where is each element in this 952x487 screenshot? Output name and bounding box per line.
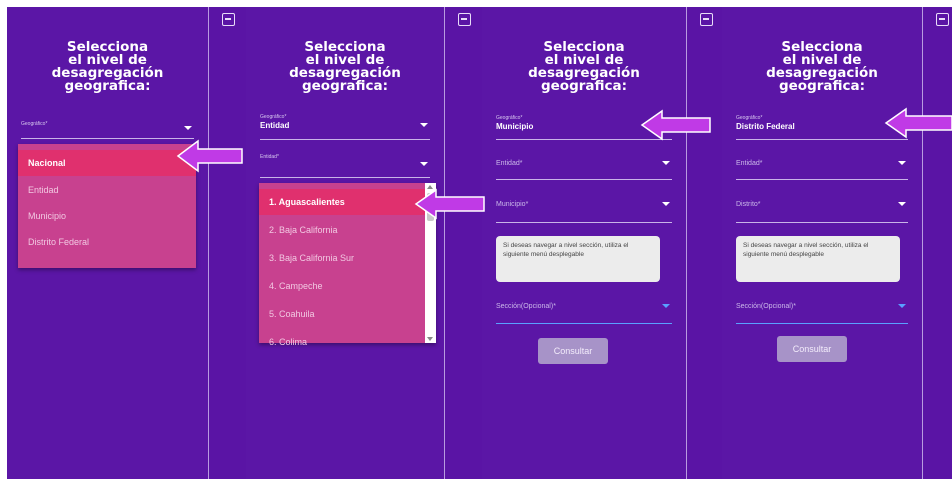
menu-item-baja-california[interactable]: 2. Baja California [259,217,425,243]
seccion-label: Sección(Opcional)* [736,303,796,310]
geografico-label: Geográfico* [736,115,763,121]
geografico-select[interactable]: Geográfico* [21,115,194,139]
page-title: Selecciona el nivel de desagregación geo… [482,40,686,94]
geografico-label: Geográfico* [496,115,523,121]
menu-item-coahuila[interactable]: 5. Coahuila [259,301,425,327]
annotation-arrow-icon [414,188,485,220]
page-title: Selecciona el nivel de desagregación geo… [722,40,922,94]
title-line: geografica: [540,78,628,94]
page-title: Selecciona el nivel de desagregación geo… [246,40,444,94]
annotation-arrow-icon [640,109,711,141]
geografico-label: Geográfico* [21,121,48,127]
seccion-label: Sección(Opcional)* [496,303,556,310]
panel-distrito-federal: Selecciona el nivel de desagregación geo… [722,7,922,479]
municipio-label: Municipio* [496,201,529,208]
chevron-down-icon [898,202,906,206]
chevron-down-icon [662,202,670,206]
collapse-icon[interactable] [936,13,949,26]
scroll-down-icon[interactable] [427,337,433,341]
geografico-value: Entidad [260,121,290,130]
chevron-down-icon [184,126,192,130]
chevron-down-icon [420,162,428,166]
entidad-select[interactable]: Entidad* [736,150,908,180]
geografico-dropdown-menu: Nacional Entidad Municipio Distrito Fede… [18,144,196,268]
title-line: geografica: [64,78,151,94]
entidad-select[interactable]: Entidad* [496,150,672,180]
annotation-arrow-icon [884,107,952,139]
side-strip [208,7,246,479]
geografico-label: Geográfico* [260,114,287,120]
menu-item-campeche[interactable]: 4. Campeche [259,273,425,299]
side-strip [922,7,952,479]
collapse-icon[interactable] [222,13,235,26]
seccion-info-box: Si deseas navegar a nivel sección, utili… [736,236,900,282]
panel-nacional: Selecciona el nivel de desagregación geo… [7,7,208,479]
menu-item-colima[interactable]: 6. Colima [259,329,425,355]
entidad-select[interactable]: Entidad* [260,150,430,178]
title-line: geografica: [778,78,866,94]
panel-municipio: Selecciona el nivel de desagregación geo… [482,7,686,479]
entidad-label: Entidad* [496,160,523,167]
entidad-dropdown-menu: 1. Aguascalientes 2. Baja California 3. … [259,183,436,347]
entidad-label: Entidad* [736,160,763,167]
consultar-button[interactable]: Consultar [538,338,608,364]
chevron-down-icon [898,161,906,165]
menu-item-nacional[interactable]: Nacional [18,150,196,176]
page-title: Selecciona el nivel de desagregación geo… [7,40,208,94]
distrito-select[interactable]: Distrito* [736,191,908,223]
title-line: geografica: [301,78,389,94]
panel-entidad: Selecciona el nivel de desagregación geo… [246,7,444,479]
side-strip [444,7,482,479]
seccion-select[interactable]: Sección(Opcional)* [496,293,672,324]
menu-item-entidad[interactable]: Entidad [18,177,196,203]
geografico-select[interactable]: Geográfico* Entidad [260,110,430,140]
menu-item-baja-california-sur[interactable]: 3. Baja California Sur [259,245,425,271]
chevron-down-icon [420,123,428,127]
geografico-value: Distrito Federal [736,122,795,131]
annotation-arrow-icon [176,139,243,173]
chevron-down-icon [662,304,670,308]
distrito-label: Distrito* [736,201,761,208]
consultar-button[interactable]: Consultar [777,336,847,362]
collapse-icon[interactable] [458,13,471,26]
menu-item-municipio[interactable]: Municipio [18,203,196,229]
collapse-icon[interactable] [700,13,713,26]
menu-item-distrito-federal[interactable]: Distrito Federal [18,229,196,255]
entidad-label: Entidad* [260,154,279,160]
municipio-select[interactable]: Municipio* [496,191,672,223]
geografico-value: Municipio [496,122,534,131]
seccion-info-box: Si deseas navegar a nivel sección, utili… [496,236,660,282]
seccion-select[interactable]: Sección(Opcional)* [736,293,908,324]
geografico-select[interactable]: Geográfico* Distrito Federal [736,110,908,140]
chevron-down-icon [898,304,906,308]
side-strip [686,7,722,479]
chevron-down-icon [662,161,670,165]
menu-item-aguascalientes[interactable]: 1. Aguascalientes [259,189,425,215]
